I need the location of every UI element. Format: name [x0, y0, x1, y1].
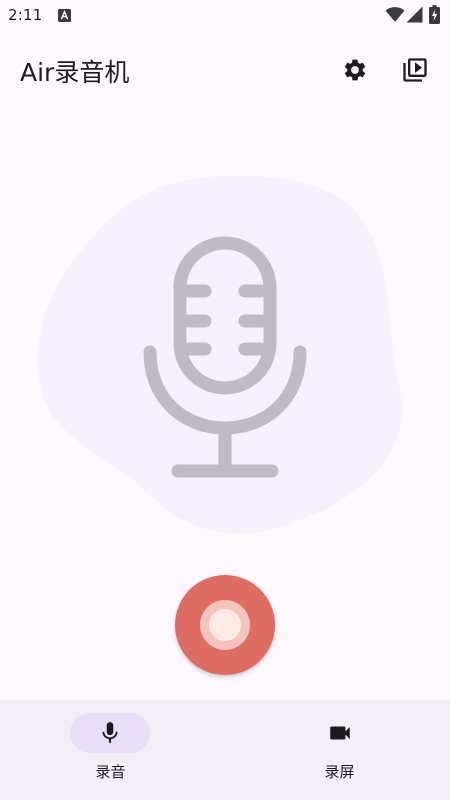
- microphone-illustration: [38, 175, 403, 534]
- status-bar: 2:11: [0, 0, 450, 32]
- app-screen: 2:11 Air录音机 录音 录屏: [0, 0, 450, 800]
- cell-signal-icon: [406, 6, 423, 23]
- settings-button[interactable]: [335, 50, 375, 90]
- videocam-icon: [330, 726, 350, 740]
- bottom-navigation: 录音 录屏: [0, 700, 450, 800]
- nav-item-record[interactable]: 录音: [0, 700, 225, 800]
- video-library-icon: [403, 58, 427, 82]
- record-icon-core: [209, 609, 241, 641]
- nav-label-screen-record: 录屏: [324, 763, 355, 781]
- app-title: Air录音机: [20, 58, 130, 87]
- record-icon: [200, 600, 250, 650]
- text-a-icon: [58, 9, 71, 22]
- gear-icon: [344, 59, 366, 81]
- illustration-blob: [38, 175, 403, 534]
- nav-item-screen-record[interactable]: 录屏: [225, 700, 450, 800]
- battery-charging-icon: [429, 5, 440, 24]
- status-time: 2:11: [8, 6, 43, 24]
- nav-label-record: 录音: [95, 763, 126, 781]
- record-button[interactable]: [175, 575, 275, 675]
- video-library-button[interactable]: [395, 50, 435, 90]
- mic-icon: [102, 722, 118, 743]
- wifi-icon: [385, 7, 405, 22]
